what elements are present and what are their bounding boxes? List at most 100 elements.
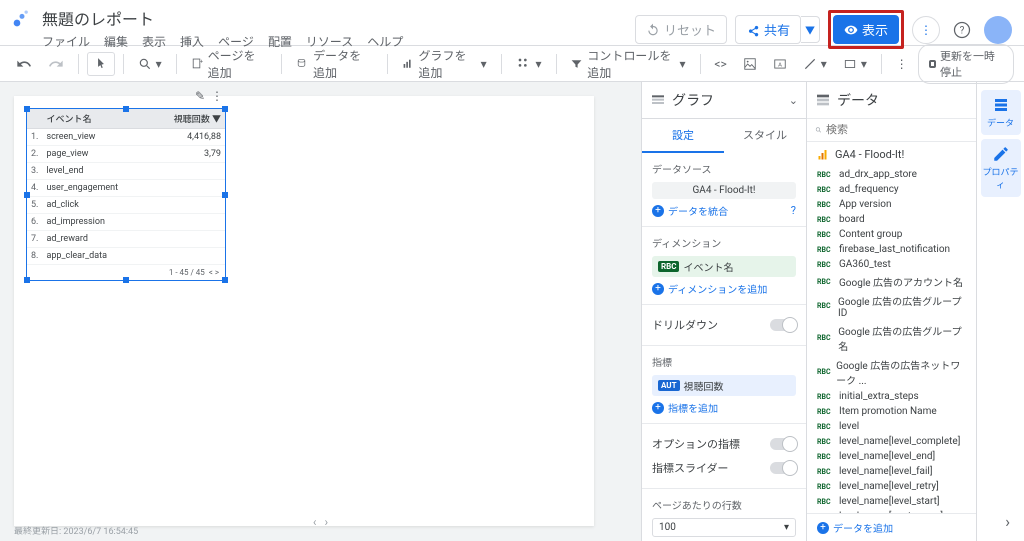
- blend-data-link[interactable]: +データを統合: [652, 203, 728, 218]
- user-avatar[interactable]: [984, 16, 1012, 44]
- field-item[interactable]: RBClevel_name[level_start]: [811, 494, 972, 509]
- next-page-icon[interactable]: ›: [325, 515, 329, 529]
- more-tools-button[interactable]: ⋮: [890, 53, 914, 75]
- grid-icon: [516, 56, 532, 72]
- field-item[interactable]: RBCfirebase_last_notification: [811, 242, 972, 257]
- field-item[interactable]: RBCGoogle 広告の広告グループ ID: [811, 291, 972, 321]
- data-source-item[interactable]: GA4 - Flood-It!: [807, 142, 976, 167]
- search-input[interactable]: [826, 124, 968, 136]
- help-button[interactable]: ?: [948, 16, 976, 44]
- table-chart[interactable]: ✎ ⋮ イベント名 視聴回数 ▼ 1.screen_view4,416,882.…: [26, 108, 226, 281]
- rows-per-page-select[interactable]: 100▾: [652, 518, 796, 537]
- field-item[interactable]: RBCad_frequency: [811, 182, 972, 197]
- canvas-area[interactable]: ✎ ⋮ イベント名 視聴回数 ▼ 1.screen_view4,416,882.…: [0, 82, 641, 541]
- menu-view[interactable]: 表示: [142, 33, 166, 50]
- add-page-button[interactable]: +ページを追加: [185, 43, 274, 85]
- document-title[interactable]: 無題のレポート: [42, 6, 635, 30]
- edit-icon[interactable]: ✎: [195, 89, 205, 103]
- view-button[interactable]: 表示: [833, 15, 899, 44]
- chart-type-label[interactable]: グラフ: [672, 90, 783, 110]
- tab-style[interactable]: スタイル: [724, 119, 806, 153]
- field-item[interactable]: RBCboard: [811, 212, 972, 227]
- add-control-button[interactable]: コントロールを追加 ▾: [564, 43, 691, 85]
- tab-setup[interactable]: 設定: [642, 119, 724, 153]
- rows-per-page-label: ページあたりの行数: [652, 497, 796, 512]
- menu-edit[interactable]: 編集: [104, 33, 128, 50]
- field-list: RBCad_drx_app_storeRBCad_frequencyRBCApp…: [807, 167, 976, 513]
- pencil-icon: [992, 145, 1010, 163]
- widget-more-icon[interactable]: ⋮: [211, 89, 223, 103]
- col-event-name[interactable]: イベント名: [42, 109, 150, 129]
- undo-icon: [646, 23, 660, 37]
- reset-button[interactable]: リセット: [635, 15, 727, 44]
- table-row[interactable]: 3.level_end: [27, 163, 225, 180]
- rail-data-button[interactable]: データ: [981, 90, 1021, 135]
- field-item[interactable]: RBClevel_name[level_retry]: [811, 479, 972, 494]
- table-row[interactable]: 1.screen_view4,416,88: [27, 129, 225, 146]
- field-item[interactable]: RBCGA360_test: [811, 257, 972, 272]
- rail-properties-button[interactable]: プロパティ: [981, 139, 1021, 197]
- optional-metrics-toggle[interactable]: [770, 438, 796, 450]
- last-updated: 最終更新日: 2023/6/7 16:54:45: [14, 524, 138, 537]
- metric-slider-label: 指標スライダー: [652, 460, 729, 476]
- expand-panel-icon[interactable]: ›: [1005, 512, 1010, 531]
- field-item[interactable]: RBCGoogle 広告のアカウント名: [811, 272, 972, 291]
- table-row[interactable]: 8.app_clear_data: [27, 248, 225, 265]
- chart-config-panel: グラフ ⌄ 設定 スタイル データソース GA4 - Flood-It! +デー…: [641, 82, 806, 541]
- field-item[interactable]: RBCContent group: [811, 227, 972, 242]
- field-item[interactable]: RBClevel_name[level_end]: [811, 449, 972, 464]
- url-embed-button[interactable]: <>: [708, 53, 732, 75]
- community-viz-button[interactable]: ▾: [510, 52, 548, 76]
- metric-chip[interactable]: AUT視聴回数: [652, 375, 796, 396]
- share-button[interactable]: 共有: [735, 15, 801, 44]
- svg-text:?: ?: [960, 25, 965, 36]
- redo-button[interactable]: [42, 52, 70, 76]
- field-item[interactable]: RBCApp version: [811, 197, 972, 212]
- line-button[interactable]: ▾: [797, 53, 833, 75]
- field-item[interactable]: RBClevel: [811, 419, 972, 434]
- share-dropdown[interactable]: ▼: [801, 16, 820, 43]
- zoom-tool[interactable]: ▾: [132, 53, 168, 75]
- image-button[interactable]: [737, 53, 763, 75]
- selection-tool[interactable]: [87, 52, 115, 76]
- prev-page-icon[interactable]: ‹: [313, 515, 317, 529]
- field-item[interactable]: RBCGoogle 広告の広告グループ名: [811, 321, 972, 355]
- chart-icon: [402, 56, 415, 72]
- field-item[interactable]: RBClevel_name[level_complete]: [811, 434, 972, 449]
- chart-type-dropdown-icon[interactable]: ⌄: [789, 94, 798, 107]
- field-item[interactable]: RBCinitial_extra_steps: [811, 389, 972, 404]
- metric-slider-toggle[interactable]: [770, 462, 796, 474]
- dimension-chip[interactable]: RBCイベント名: [652, 256, 796, 277]
- optional-metrics-label: オプションの指標: [652, 436, 740, 452]
- cursor-icon: [94, 57, 108, 71]
- data-source-chip[interactable]: GA4 - Flood-It!: [652, 182, 796, 199]
- field-item[interactable]: RBClevel_name[level_fail]: [811, 464, 972, 479]
- add-chart-button[interactable]: グラフを追加 ▾: [396, 43, 493, 85]
- undo-button[interactable]: [10, 52, 38, 76]
- table-row[interactable]: 7.ad_reward: [27, 231, 225, 248]
- add-metric-link[interactable]: +指標を追加: [652, 400, 796, 415]
- col-views[interactable]: 視聴回数 ▼: [150, 109, 225, 129]
- add-data-link[interactable]: +データを追加: [817, 520, 966, 535]
- field-item[interactable]: RBCItem promotion Name: [811, 404, 972, 419]
- shape-button[interactable]: ▾: [837, 53, 873, 75]
- text-button[interactable]: A: [767, 53, 793, 75]
- table-row[interactable]: 6.ad_impression: [27, 214, 225, 231]
- help-icon[interactable]: ?: [791, 204, 796, 217]
- data-source-label: データソース: [652, 161, 796, 176]
- table-row[interactable]: 2.page_view3,79: [27, 146, 225, 163]
- more-options-button[interactable]: ⋮: [912, 16, 940, 44]
- drilldown-toggle[interactable]: [770, 319, 796, 331]
- report-page[interactable]: ✎ ⋮ イベント名 視聴回数 ▼ 1.screen_view4,416,882.…: [14, 96, 594, 526]
- table-row[interactable]: 4.user_engagement: [27, 180, 225, 197]
- field-item[interactable]: RBCGoogle 広告の広告ネットワーク ...: [811, 355, 972, 389]
- toolbar: ▾ +ページを追加 データを追加 グラフを追加 ▾ ▾ コントロールを追加 ▾ …: [0, 46, 1024, 82]
- field-item[interactable]: RBCad_drx_app_store: [811, 167, 972, 182]
- ga4-icon: [817, 149, 829, 161]
- field-search[interactable]: [807, 119, 976, 142]
- pause-updates-button[interactable]: 更新を一時停止: [918, 44, 1014, 84]
- add-data-button[interactable]: データを追加: [290, 43, 379, 85]
- menu-file[interactable]: ファイル: [42, 33, 90, 50]
- table-row[interactable]: 5.ad_click: [27, 197, 225, 214]
- add-dimension-link[interactable]: +ディメンションを追加: [652, 281, 796, 296]
